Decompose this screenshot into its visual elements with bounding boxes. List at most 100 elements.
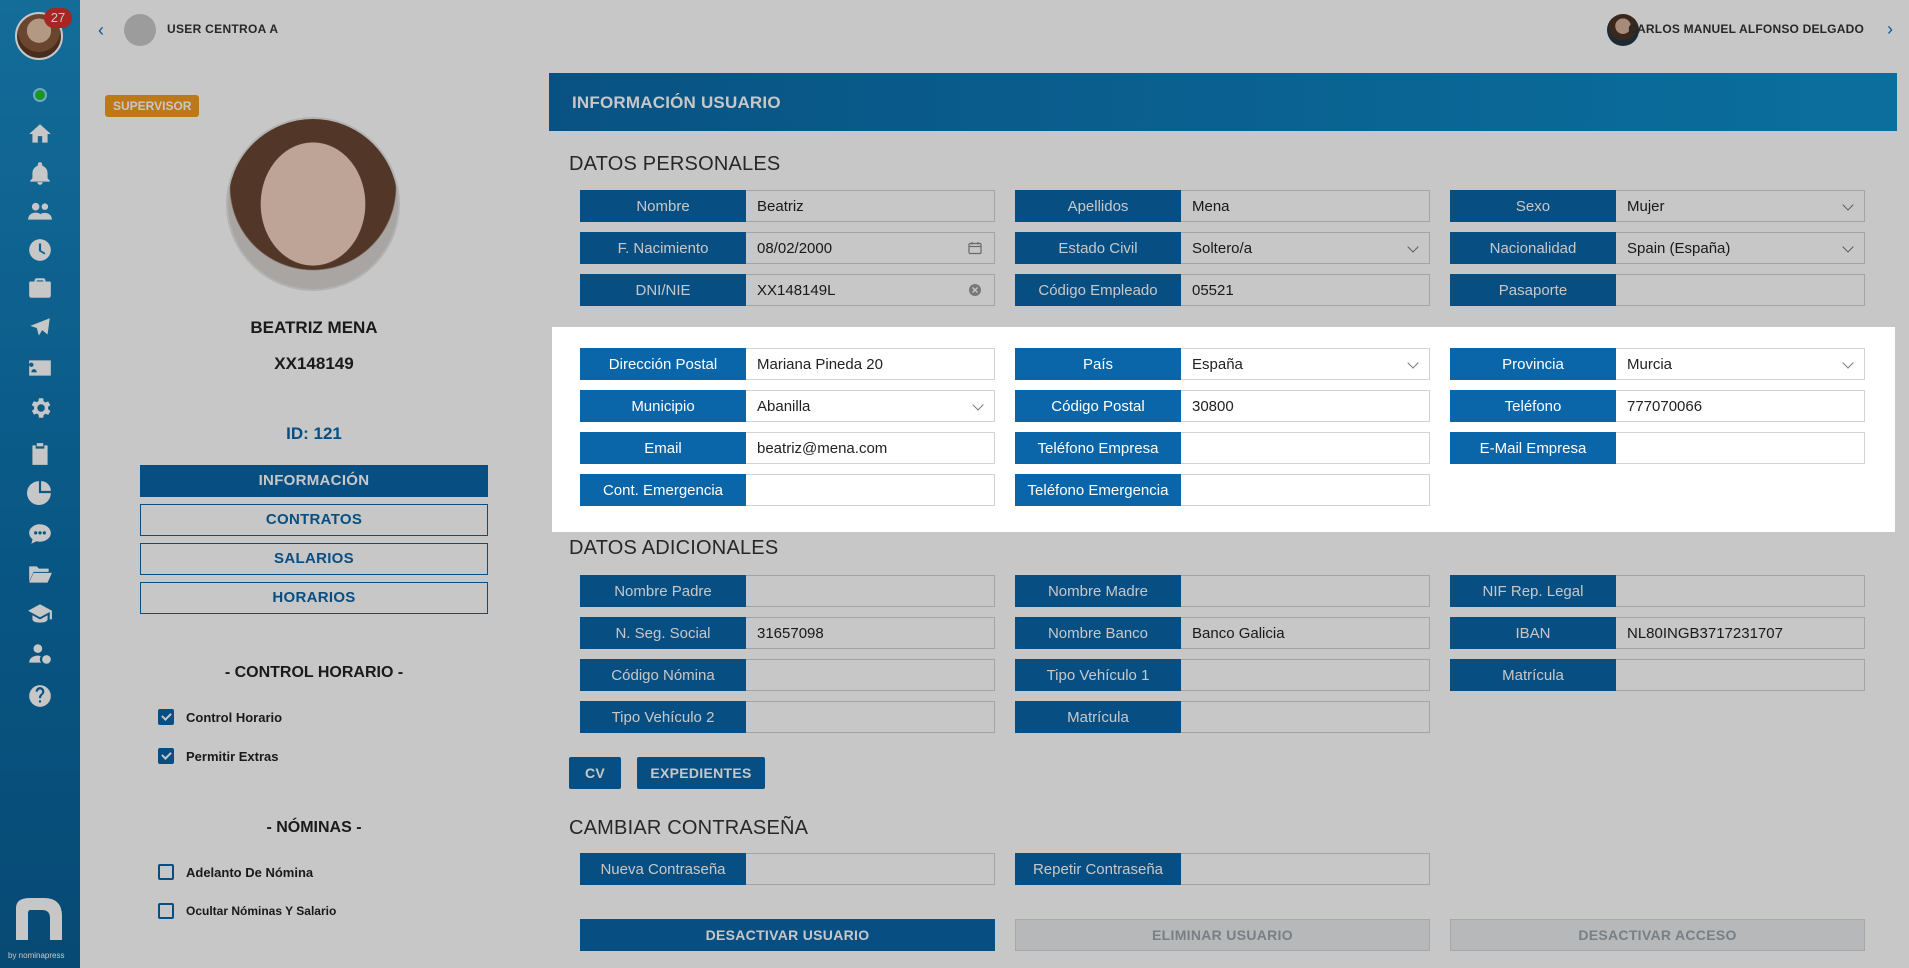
delete-user-button[interactable]: ELIMINAR USUARIO [1015, 919, 1430, 951]
repetir-contrasena-input[interactable] [1181, 853, 1430, 885]
provincia-select[interactable]: Murcia [1616, 348, 1865, 380]
help-icon[interactable] [24, 680, 56, 712]
notification-badge: 27 [44, 8, 72, 28]
profile-photo[interactable] [226, 117, 400, 291]
field-nacionalidad: Nacionalidad Spain (España) [1450, 232, 1865, 264]
telefono-empresa-input[interactable] [1181, 432, 1430, 464]
matricula-1-input[interactable] [1616, 659, 1865, 691]
nif-rep-legal-input[interactable] [1616, 575, 1865, 607]
dni-input[interactable]: XX148149L [746, 274, 995, 306]
permitir-extras-checkbox[interactable] [158, 748, 174, 764]
panel-header: INFORMACIÓN USUARIO [549, 73, 1897, 131]
briefcase-icon[interactable] [24, 272, 56, 304]
nacimiento-input[interactable]: 08/02/2000 [746, 232, 995, 264]
control-horario-option[interactable]: Control Horario [158, 709, 282, 725]
clipboard-icon[interactable] [24, 438, 56, 470]
pie-chart-icon[interactable] [24, 476, 56, 508]
plane-icon[interactable] [24, 312, 56, 344]
nacionalidad-select[interactable]: Spain (España) [1616, 232, 1865, 264]
nueva-contrasena-input[interactable] [746, 853, 995, 885]
field-label: E-Mail Empresa [1450, 432, 1616, 464]
adelanto-nomina-checkbox[interactable] [158, 864, 174, 880]
telefono-emergencia-input[interactable] [1181, 474, 1430, 506]
codigo-empleado-input[interactable]: 05521 [1181, 274, 1430, 306]
bell-icon[interactable] [24, 158, 56, 190]
pais-select[interactable]: España [1181, 348, 1430, 380]
cv-button[interactable]: CV [569, 757, 621, 789]
deactivate-access-button[interactable]: DESACTIVAR ACCESO [1450, 919, 1865, 951]
permitir-extras-option[interactable]: Permitir Extras [158, 748, 279, 764]
estado-civil-value: Soltero/a [1192, 239, 1253, 257]
profile-full-name: BEATRIZ MENA [250, 318, 378, 337]
graduation-icon[interactable] [24, 598, 56, 630]
tab-salarios[interactable]: SALARIOS [140, 543, 488, 575]
current-user-name[interactable]: CARLOS MANUEL ALFONSO DELGADO [1628, 22, 1864, 36]
field-label: Nacionalidad [1450, 232, 1616, 264]
telefono-input[interactable]: 777070066 [1616, 390, 1865, 422]
gear-icon[interactable] [24, 392, 56, 424]
users-icon[interactable] [24, 195, 56, 227]
center-name[interactable]: USER CENTROA A [167, 22, 278, 36]
codigo-nomina-input[interactable] [746, 659, 995, 691]
adelanto-nomina-option[interactable]: Adelanto De Nómina [158, 864, 313, 880]
seg-social-input[interactable]: 31657098 [746, 617, 995, 649]
next-chevron-icon[interactable]: › [1887, 19, 1893, 40]
field-label: Código Empleado [1015, 274, 1181, 306]
email-input[interactable]: beatriz@mena.com [746, 432, 995, 464]
id-card-icon[interactable] [24, 352, 56, 384]
field-label: Provincia [1450, 348, 1616, 380]
field-label: Código Nómina [580, 659, 746, 691]
chat-icon[interactable] [24, 518, 56, 550]
tab-contratos[interactable]: CONTRATOS [140, 504, 488, 536]
nombre-banco-input[interactable]: Banco Galicia [1181, 617, 1430, 649]
deactivate-user-button[interactable]: DESACTIVAR USUARIO [580, 919, 995, 951]
back-chevron-icon[interactable]: ‹ [98, 20, 118, 40]
codigo-postal-input[interactable]: 30800 [1181, 390, 1430, 422]
field-label: Nombre Padre [580, 575, 746, 607]
estado-civil-select[interactable]: Soltero/a [1181, 232, 1430, 264]
field-label: IBAN [1450, 617, 1616, 649]
field-label: Código Postal [1015, 390, 1181, 422]
field-telefono: Teléfono 777070066 [1450, 390, 1865, 422]
user-money-icon[interactable] [24, 638, 56, 670]
field-label: Municipio [580, 390, 746, 422]
sexo-select[interactable]: Mujer [1616, 190, 1865, 222]
profile-card: SUPERVISOR BEATRIZ MENA XX148149 ID: 121… [95, 75, 533, 968]
provincia-value: Murcia [1627, 355, 1673, 373]
pais-value: España [1192, 355, 1243, 373]
municipio-select[interactable]: Abanilla [746, 390, 995, 422]
direccion-input[interactable]: Mariana Pineda 20 [746, 348, 995, 380]
field-codigo-postal: Código Postal 30800 [1015, 390, 1430, 422]
nombre-input[interactable]: Beatriz [746, 190, 995, 222]
matricula-2-input[interactable] [1181, 701, 1430, 733]
apellidos-input[interactable]: Mena [1181, 190, 1430, 222]
tab-horarios[interactable]: HORARIOS [140, 582, 488, 614]
tab-informacion[interactable]: INFORMACIÓN [140, 465, 488, 497]
tipo-vehiculo-2-input[interactable] [746, 701, 995, 733]
iban-input[interactable]: NL80INGB3717231707 [1616, 617, 1865, 649]
chevron-down-icon [1407, 357, 1419, 369]
cont-emergencia-input[interactable] [746, 474, 995, 506]
folder-icon[interactable] [24, 558, 56, 590]
profile-dni: XX148149 [274, 354, 354, 373]
control-horario-label: Control Horario [186, 709, 283, 725]
clock-icon[interactable] [24, 234, 56, 266]
ocultar-nominas-checkbox[interactable] [158, 903, 174, 919]
field-nueva-contrasena: Nueva Contraseña [580, 853, 995, 885]
control-horario-checkbox[interactable] [158, 709, 174, 725]
home-icon[interactable] [24, 118, 56, 150]
brand-text: by nominapress [8, 951, 65, 960]
nombre-padre-input[interactable] [746, 575, 995, 607]
field-nombre: Nombre Beatriz [580, 190, 995, 222]
pasaporte-input[interactable] [1616, 274, 1865, 306]
ocultar-nominas-option[interactable]: Ocultar Nóminas Y Salario [158, 903, 336, 919]
calendar-icon[interactable] [968, 241, 982, 255]
nombre-madre-input[interactable] [1181, 575, 1430, 607]
tipo-vehiculo-1-input[interactable] [1181, 659, 1430, 691]
field-label: Teléfono Emergencia [1015, 474, 1181, 506]
field-label: Tipo Vehículo 2 [580, 701, 746, 733]
email-empresa-input[interactable] [1616, 432, 1865, 464]
left-sidebar: 27 by nominapress [0, 0, 80, 968]
expedientes-button[interactable]: EXPEDIENTES [637, 757, 765, 789]
clear-icon[interactable] [968, 283, 982, 297]
